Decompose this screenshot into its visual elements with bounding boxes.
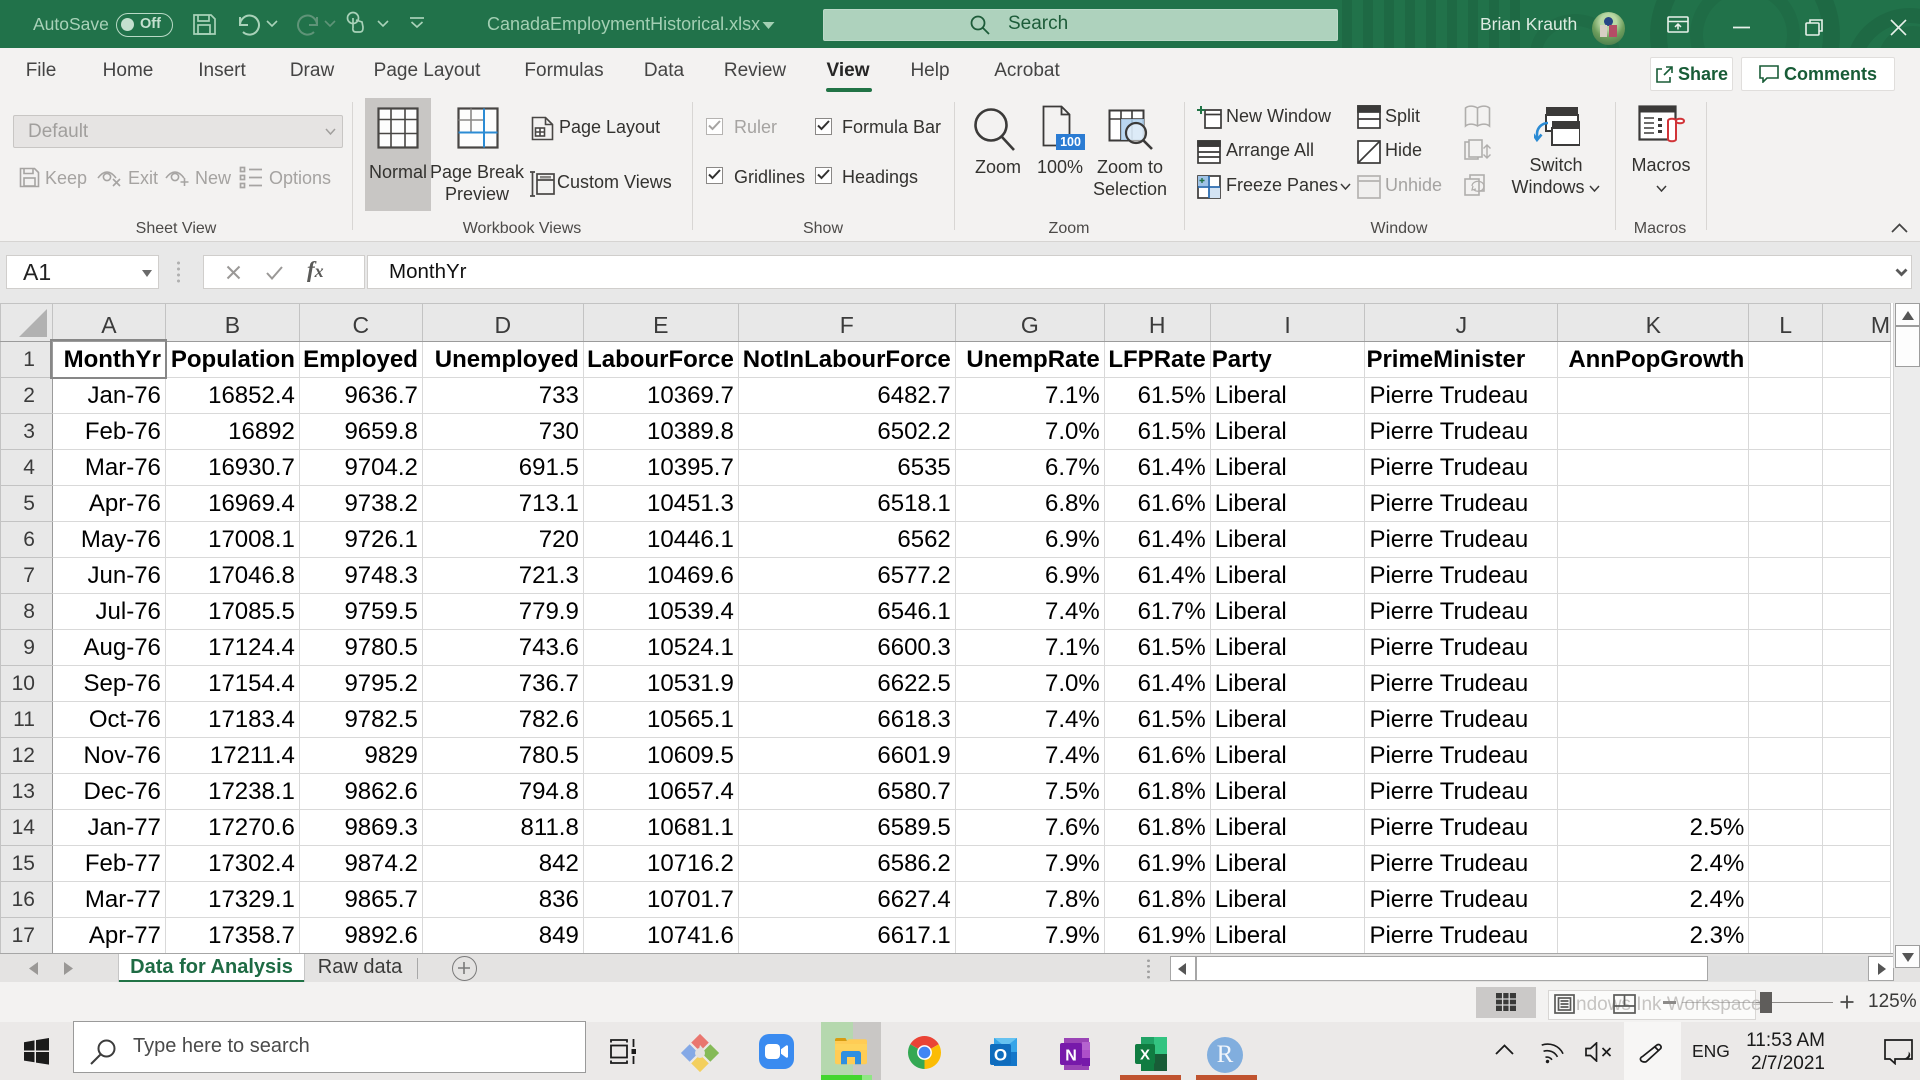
svg-text:X: X xyxy=(1140,1047,1150,1064)
svg-text:O: O xyxy=(994,1046,1007,1065)
svg-text:N: N xyxy=(1065,1048,1077,1065)
